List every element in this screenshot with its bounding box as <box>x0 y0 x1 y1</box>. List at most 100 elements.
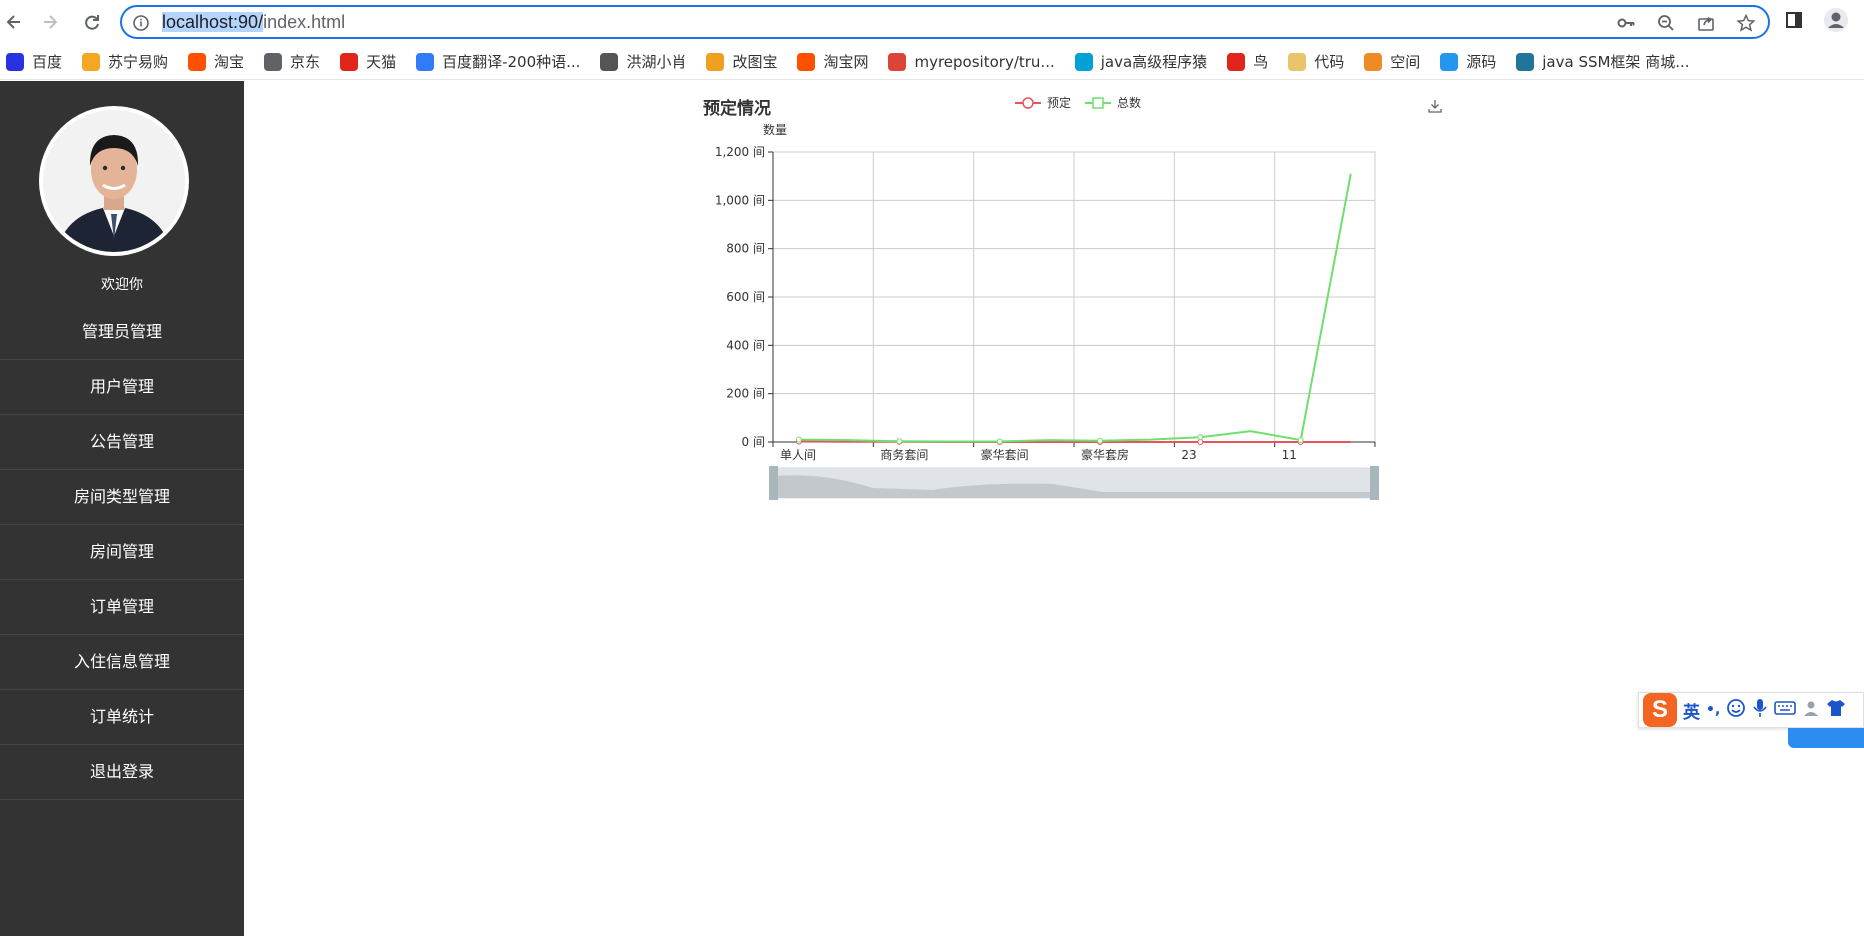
url-text[interactable]: localhost:90/index.html <box>162 12 345 33</box>
ime-toolbar[interactable]: S 英 •, <box>1638 692 1864 728</box>
sidebar-item-checkin-management[interactable]: 入住信息管理 <box>0 635 244 690</box>
sidebar-item-admin-management[interactable]: 管理员管理 <box>0 305 244 360</box>
bookmark-label: 百度翻译-200种语... <box>442 53 581 71</box>
y-tick-label: 400 间 <box>726 338 765 352</box>
sidebar-item-user-management[interactable]: 用户管理 <box>0 360 244 415</box>
bookmark-label: myrepository/tru... <box>914 52 1055 71</box>
chart-legend: 预定 总数 <box>1015 94 1141 111</box>
emoji-icon[interactable] <box>1726 698 1746 722</box>
bookmark-item[interactable]: 百度 <box>6 51 62 72</box>
forward-arrow-icon[interactable] <box>36 8 64 36</box>
x-tick-label: 商务套间 <box>880 447 928 462</box>
qzone-icon <box>1364 52 1383 71</box>
legend-item-total[interactable]: 总数 <box>1085 94 1141 111</box>
data-point <box>896 438 903 445</box>
y-tick-label: 600 间 <box>726 290 765 304</box>
bookmark-item[interactable]: 改图宝 <box>706 51 777 72</box>
bookmark-item[interactable]: 鸟 <box>1227 51 1268 72</box>
zoom-icon[interactable] <box>1652 11 1680 35</box>
back-arrow-icon[interactable] <box>0 8 28 36</box>
bookmark-item[interactable]: 天猫 <box>340 51 396 72</box>
legend-label-booked: 预定 <box>1047 96 1072 110</box>
sogou-logo-icon[interactable]: S <box>1643 693 1677 727</box>
bookmark-item[interactable]: 淘宝网 <box>797 51 868 72</box>
side-panel-icon[interactable] <box>1780 8 1808 32</box>
key-icon[interactable] <box>1612 11 1640 35</box>
bookmark-label: 天猫 <box>366 53 397 71</box>
x-tick-label: 11 <box>1282 448 1297 462</box>
bookmark-label: 源码 <box>1466 53 1497 71</box>
x-tick-label: 23 <box>1181 448 1196 462</box>
ime-punctuation-label[interactable]: •, <box>1706 702 1720 718</box>
download-icon[interactable] <box>1427 98 1443 118</box>
browser-toolbar: localhost:90/index.html <box>0 0 1864 44</box>
data-point <box>1197 434 1204 441</box>
data-point <box>1097 437 1103 444</box>
sidebar: 欢迎你 管理员管理 用户管理 公告管理 房间类型管理 房间管理 订单管理 入住信… <box>0 81 244 936</box>
booking-line-chart: 数量 0 间 200 间 400 间 600 间 800 间 1,000 间 1,200 间… <box>715 122 1379 500</box>
bookmark-label: 代码 <box>1314 53 1345 71</box>
sidebar-item-order-statistics[interactable]: 订单统计 <box>0 690 244 745</box>
microphone-icon[interactable] <box>1752 698 1768 722</box>
legend-item-booked[interactable]: 预定 <box>1015 94 1071 111</box>
bookmarks-bar: 百度 苏宁易购 淘宝 京东 天猫 百度翻译-200种语... 洪湖小肖 改图宝 淘宝网 myrep… <box>0 44 1864 80</box>
x-tick-label: 单人间 <box>780 448 816 462</box>
sidebar-item-room-management[interactable]: 房间管理 <box>0 525 244 580</box>
bookmark-item[interactable]: myrepository/tru... <box>888 52 1055 71</box>
code-icon <box>1288 52 1307 71</box>
url-host: localhost:90/ <box>162 12 264 32</box>
data-zoom-handle-right[interactable] <box>1370 466 1379 500</box>
bookmark-item[interactable]: 空间 <box>1364 51 1420 72</box>
wordpress-icon <box>1516 52 1535 71</box>
docker-icon <box>1440 52 1459 71</box>
data-point <box>1297 437 1304 444</box>
baidu-icon <box>6 52 24 71</box>
profile-icon[interactable] <box>1822 8 1850 32</box>
user-icon[interactable] <box>1802 699 1820 721</box>
globe-icon <box>264 52 283 71</box>
bookmark-item[interactable]: 淘宝 <box>188 51 244 72</box>
bookmark-item[interactable]: 京东 <box>264 51 320 72</box>
bookmark-label: 苏宁易购 <box>108 53 169 71</box>
y-tick-label: 0 间 <box>742 435 765 449</box>
bookmark-item[interactable]: java SSM框架 商城... <box>1516 51 1690 72</box>
skin-shirt-icon[interactable] <box>1826 699 1846 721</box>
chrome-icon <box>888 52 907 71</box>
star-icon[interactable] <box>1732 11 1760 35</box>
keyboard-icon[interactable] <box>1774 699 1797 721</box>
sidebar-item-order-management[interactable]: 订单管理 <box>0 580 244 635</box>
bookmark-item[interactable]: 百度翻译-200种语... <box>416 51 580 72</box>
bookmark-item[interactable]: java高级程序猿 <box>1074 51 1207 72</box>
reload-icon[interactable] <box>78 8 106 36</box>
bookmark-label: 淘宝网 <box>823 53 869 71</box>
url-path: index.html <box>263 12 346 32</box>
bookmark-label: 京东 <box>290 53 321 71</box>
sidebar-menu: 管理员管理 用户管理 公告管理 房间类型管理 房间管理 订单管理 入住信息管理 … <box>0 305 244 800</box>
ime-side-tab[interactable] <box>1788 728 1864 748</box>
y-tick-label: 200 间 <box>726 387 765 401</box>
bird-icon <box>600 52 619 71</box>
info-icon[interactable] <box>132 14 150 36</box>
data-zoom-handle-left[interactable] <box>769 466 778 500</box>
legend-label-total: 总数 <box>1117 96 1142 110</box>
bookmark-label: 改图宝 <box>732 53 778 71</box>
bookmark-item[interactable]: 苏宁易购 <box>82 51 168 72</box>
y-axis-label: 数量 <box>763 122 787 137</box>
ime-language-label[interactable]: 英 <box>1683 698 1700 723</box>
tmall-icon <box>340 52 359 71</box>
bookmark-item[interactable]: 源码 <box>1440 51 1496 72</box>
address-bar[interactable]: localhost:90/index.html <box>120 5 1770 39</box>
welcome-text: 欢迎你 <box>101 277 143 293</box>
bookmark-label: 空间 <box>1390 53 1421 71</box>
y-tick-label: 1,000 间 <box>715 193 765 207</box>
sidebar-item-notice-management[interactable]: 公告管理 <box>0 415 244 470</box>
bookmark-label: 鸟 <box>1253 53 1269 71</box>
sidebar-item-logout[interactable]: 退出登录 <box>0 745 244 800</box>
bookmark-item[interactable]: 洪湖小肖 <box>600 51 686 72</box>
data-point <box>796 436 802 443</box>
image-tool-icon <box>706 52 725 71</box>
share-icon[interactable] <box>1692 11 1720 35</box>
bookmark-item[interactable]: 代码 <box>1288 51 1344 72</box>
suning-icon <box>82 52 101 71</box>
sidebar-item-room-type-management[interactable]: 房间类型管理 <box>0 470 244 525</box>
